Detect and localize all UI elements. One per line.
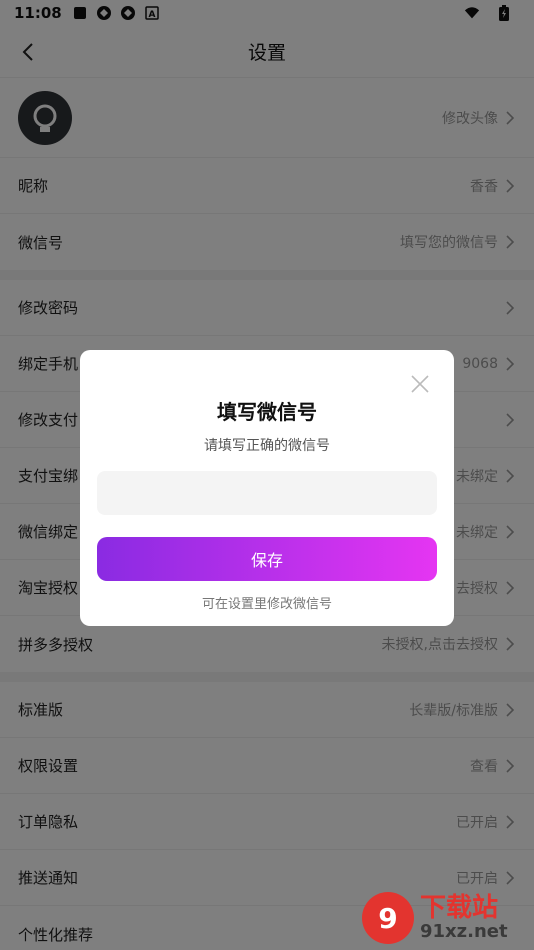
dialog-title: 填写微信号 xyxy=(217,400,317,424)
save-button[interactable]: 保存 xyxy=(97,537,437,581)
watermark-url: 91xz.net xyxy=(420,921,508,942)
wechat-dialog: 填写微信号 请填写正确的微信号 保存 可在设置里修改微信号 xyxy=(80,350,454,626)
dialog-subtitle: 请填写正确的微信号 xyxy=(204,438,330,454)
watermark-cn: 下载站 xyxy=(420,893,499,923)
watermark-logo-icon: 9 xyxy=(362,892,414,944)
dialog-hint: 可在设置里修改微信号 xyxy=(201,597,332,612)
site-watermark: 9 下载站 91xz.net xyxy=(360,888,530,948)
close-icon[interactable] xyxy=(408,372,432,396)
wechat-id-input[interactable] xyxy=(97,471,437,515)
svg-text:9: 9 xyxy=(378,902,397,935)
